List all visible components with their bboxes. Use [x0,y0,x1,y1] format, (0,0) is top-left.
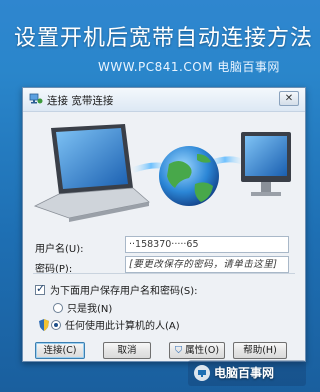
help-button[interactable]: 帮助(H) [233,342,287,359]
desktop-monitor-icon [241,132,291,196]
watermark-logo: 电脑百事网 [188,360,306,386]
username-field[interactable]: ··158370·····65 [125,236,289,253]
globe-icon [159,146,219,206]
network-connection-icon [29,93,43,104]
dialog-title: 连接 宽带连接 [47,95,114,107]
close-icon: ✕ [284,93,294,104]
connect-button[interactable]: 连接(C) [35,342,85,359]
close-button[interactable]: ✕ [279,91,299,106]
shield-icon [39,318,49,331]
banner-subtitle: WWW.PC841.COM 电脑百事网 [98,60,280,74]
radio-only-me[interactable]: 只是我(N) [53,300,112,315]
cancel-button[interactable]: 取消 [103,342,151,359]
radio-only-me-button[interactable] [53,302,63,313]
connect-dialog: 连接 宽带连接 ✕ 用户名(U): ··158370·····65 密码(P):… [22,87,306,362]
pc841-logo-icon [194,365,210,381]
save-credentials-checkbox[interactable]: ✓ [35,281,46,295]
username-label: 用户名(U): [35,244,84,255]
radio-only-me-label: 只是我(N) [67,304,113,315]
watermark-text: 电脑百事网 [214,366,275,380]
radio-anyone[interactable]: 任何使用此计算机的人(A) [39,317,180,332]
properties-label: 属性(O) [185,345,220,356]
radio-anyone-label: 任何使用此计算机的人(A) [65,321,180,332]
connection-illustration [33,124,291,222]
save-credentials-option[interactable]: ✓ 为下面用户保存用户名和密码(S): [35,282,198,297]
radio-anyone-button[interactable] [51,319,61,330]
password-field[interactable]: [要更改保存的密码，请单击这里] [125,256,289,273]
properties-button[interactable]: ⛉ 属性(O) [169,342,225,359]
check-icon: ✓ [36,281,46,295]
laptop-icon [33,124,150,222]
banner-title: 设置开机后宽带自动连接方法 [14,26,314,51]
shield-icon: ⛉ [174,345,183,356]
divider [33,273,295,274]
dialog-titlebar[interactable]: 连接 宽带连接 ✕ [23,88,305,112]
save-credentials-label: 为下面用户保存用户名和密码(S): [50,286,198,297]
radio-selected-dot [54,322,58,327]
